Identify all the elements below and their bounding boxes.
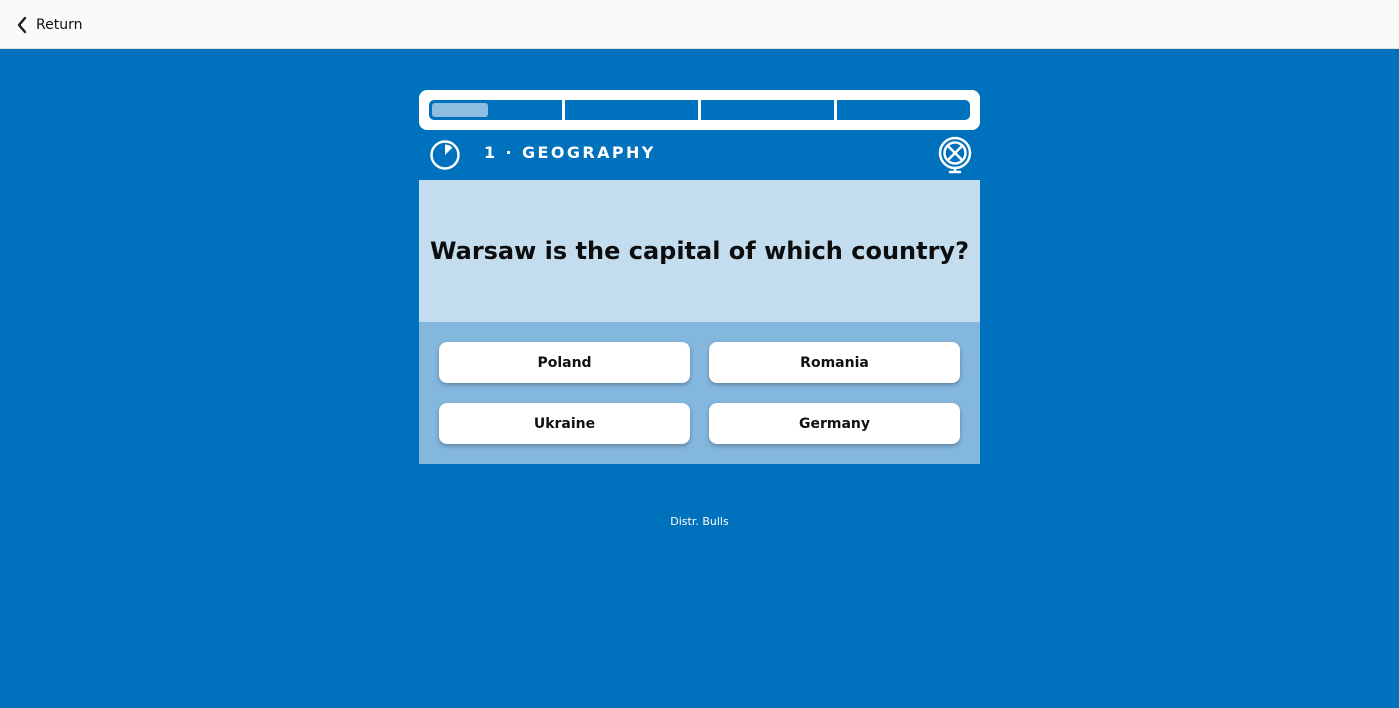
answer-label-4: Germany	[798, 415, 871, 432]
return-label: Return	[36, 17, 83, 33]
timer-icon	[430, 140, 460, 170]
distributor-credit: Distr. Bulls	[670, 515, 729, 528]
question-text: Warsaw is the capital of which country?	[430, 237, 969, 265]
answer-button-2[interactable]: Romania	[709, 342, 960, 383]
answer-label-3: Ukraine	[533, 415, 596, 432]
progress-bar	[419, 90, 980, 130]
chevron-left-icon	[17, 16, 27, 34]
globe-icon	[938, 136, 972, 174]
answer-button-3[interactable]: Ukraine	[439, 403, 690, 444]
answer-label-2: Romania	[800, 354, 869, 371]
answer-button-4[interactable]: Germany	[709, 403, 960, 444]
answer-button-1[interactable]: Poland	[439, 342, 690, 383]
question-panel: Warsaw is the capital of which country?	[419, 180, 980, 322]
progress-segment-3	[701, 100, 834, 120]
category-label: 1 · GEOGRAPHY	[484, 143, 656, 162]
progress-track	[429, 100, 970, 120]
top-bar: Return	[0, 0, 1399, 49]
answer-label-1: Poland	[537, 354, 592, 371]
progress-fill	[432, 103, 488, 117]
progress-segment-2	[565, 100, 698, 120]
answers-panel: Poland Romania Ukraine Germany	[419, 322, 980, 464]
question-header: 1 · GEOGRAPHY	[419, 135, 980, 175]
progress-segment-4	[837, 100, 970, 120]
return-button[interactable]: Return	[16, 12, 82, 38]
progress-segment-1	[429, 100, 562, 120]
